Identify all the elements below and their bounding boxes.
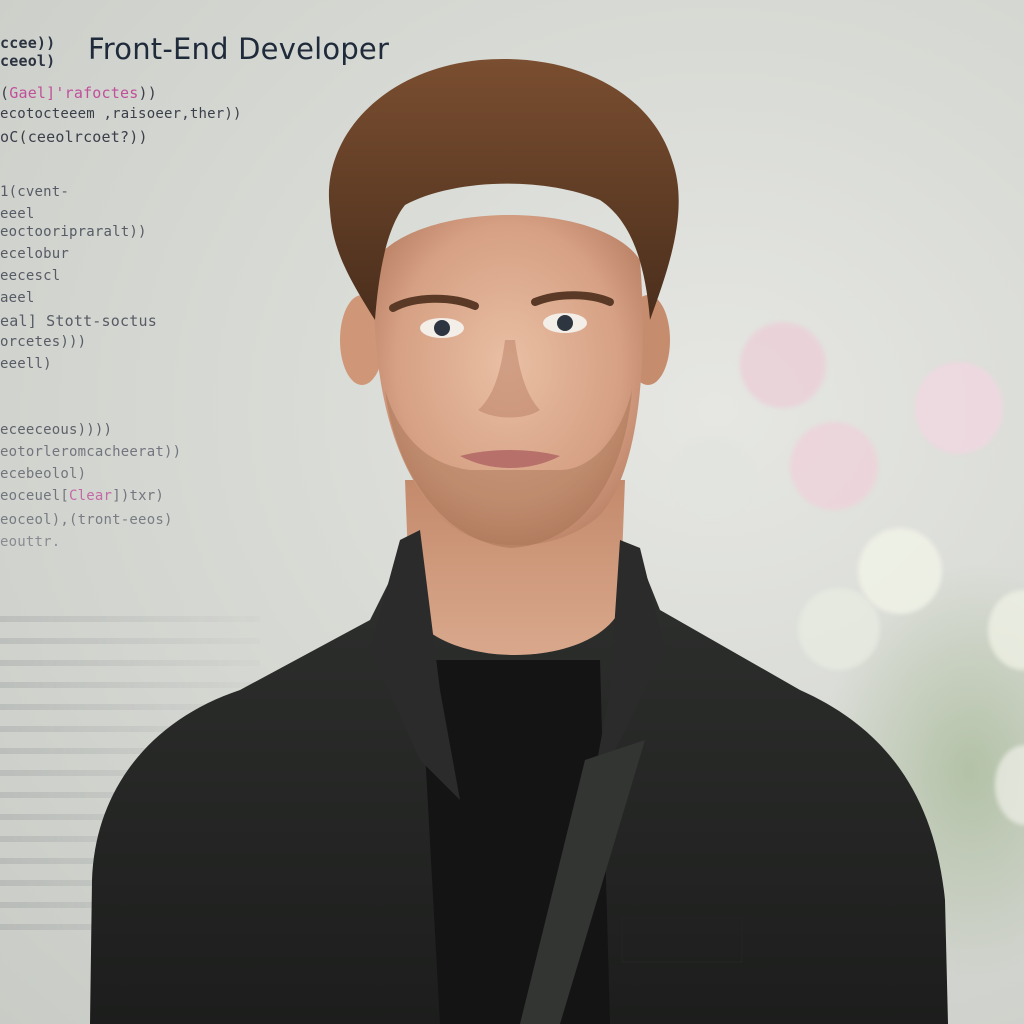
iris-right — [557, 315, 573, 331]
photo-scene: ccee)) ceeol) (Gael]'rafoctes)) ecotocte… — [0, 0, 1024, 1024]
iris-left — [434, 320, 450, 336]
developer-portrait — [90, 58, 948, 1024]
